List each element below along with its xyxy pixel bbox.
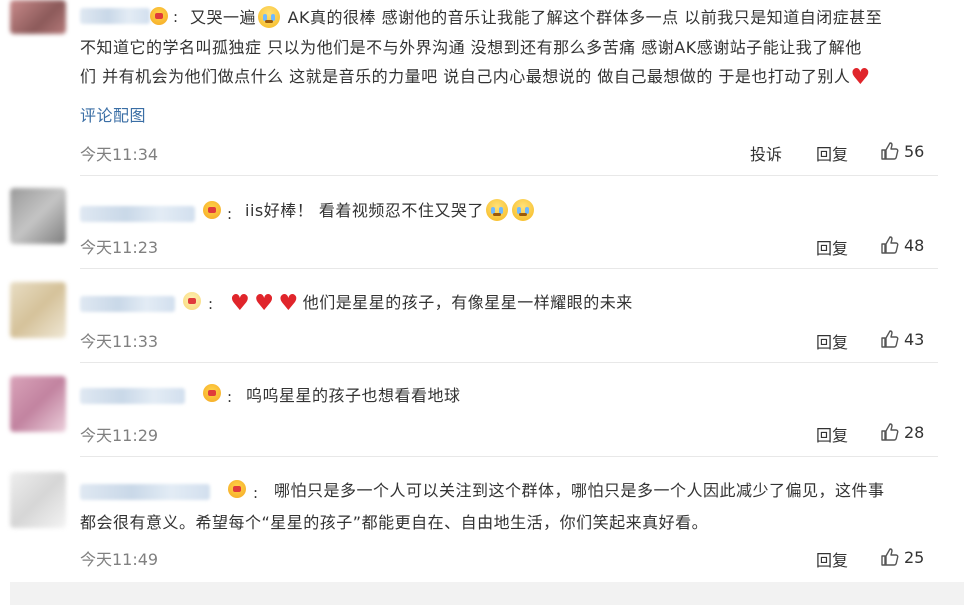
comment-text: ♥ ♥ ♥ 他们是星星的孩子，有像星星一样耀眼的未来 (230, 291, 633, 316)
username-blurred[interactable] (80, 388, 185, 404)
comment-text-line: 都会很有意义。希望每个“星星的孩子”都能更自在、自由地生活，你们笑起来真好看。 (80, 513, 709, 532)
page-bottom-edge (10, 582, 964, 605)
vip-badge-icon (228, 480, 246, 498)
like-button[interactable]: 56 (880, 141, 924, 161)
thumbs-up-icon (881, 423, 899, 441)
comment-text: 都会很有意义。希望每个“星星的孩子”都能更自在、自由地生活，你们笑起来真好看。 (80, 508, 950, 537)
username-blurred[interactable] (80, 484, 210, 500)
vip-badge-icon (150, 7, 168, 25)
username-blurred[interactable] (80, 8, 150, 24)
crying-emoji-icon (511, 199, 534, 221)
divider (80, 362, 938, 363)
comment-text-line: 不知道它的学名叫孤独症 只以为他们是不与外界沟通 没想到还有那么多苦痛 感谢AK… (80, 38, 862, 57)
like-count: 56 (904, 141, 925, 161)
like-button[interactable]: 25 (880, 547, 924, 567)
reply-button[interactable]: 回复 (816, 329, 848, 353)
comment-list: : 又哭一遍 AK真的很棒 感谢他的音乐让我能了解这个群体多一点 以前我只是知道… (10, 0, 964, 582)
reply-button[interactable]: 回复 (816, 547, 848, 571)
comment-text: 哪怕只是多一个人可以关注到这个群体，哪怕只是多一个人因此减少了偏见，这件事 (274, 476, 954, 505)
comment-time: 今天11:23 (80, 238, 159, 257)
comment-text-line: 哪怕只是多一个人可以关注到这个群体，哪怕只是多一个人因此减少了偏见，这件事 (274, 481, 885, 500)
comment-item: : 又哭一遍 AK真的很棒 感谢他的音乐让我能了解这个群体多一点 以前我只是知道… (10, 0, 964, 176)
comment-text-line: 们 并有机会为他们做点什么 这就是音乐的力量吧 说自己内心最想说的 做自己最想做… (80, 65, 871, 90)
comment-text-line: 又哭一遍 (190, 8, 257, 27)
avatar[interactable] (10, 282, 66, 338)
comment-time: 今天11:29 (80, 426, 159, 445)
comment-item: : iis好棒！ 看着视频忍不住又哭了 今天11:23 回复 48 (10, 176, 964, 269)
avatar[interactable] (10, 472, 66, 528)
thumbs-up-icon (881, 548, 899, 566)
username-blurred[interactable] (80, 206, 195, 222)
name-colon: : (227, 205, 233, 223)
heart-icon: ♥ (254, 291, 275, 316)
comment-time: 今天11:33 (80, 332, 159, 351)
divider (80, 456, 938, 457)
comment-text: iis好棒！ 看着视频忍不住又哭了 (245, 196, 945, 225)
thumbs-up-icon (881, 330, 899, 348)
name-colon: : (253, 484, 259, 502)
comment-text: 不知道它的学名叫孤独症 只以为他们是不与外界沟通 没想到还有那么多苦痛 感谢AK… (80, 33, 950, 91)
comment-text: 又哭一遍 AK真的很棒 感谢他的音乐让我能了解这个群体多一点 以前我只是知道自闭… (190, 3, 950, 32)
comment-text: 呜呜星星的孩子也想看看地球 (246, 386, 461, 405)
vip-badge-icon (183, 292, 201, 310)
heart-icon: ♥ (278, 291, 299, 316)
like-button[interactable]: 43 (880, 329, 924, 349)
like-count: 28 (904, 422, 925, 442)
username-blurred[interactable] (80, 296, 175, 312)
like-count: 48 (904, 235, 925, 255)
comment-time: 今天11:34 (80, 145, 159, 164)
name-colon: : (227, 388, 233, 406)
reply-button[interactable]: 回复 (816, 141, 848, 165)
report-button[interactable]: 投诉 (750, 141, 782, 165)
name-colon: : (208, 295, 214, 313)
comment-time: 今天11:49 (80, 550, 159, 569)
reply-button[interactable]: 回复 (816, 422, 848, 446)
name-colon: : (173, 8, 179, 26)
vip-badge-icon (203, 384, 221, 402)
like-count: 43 (904, 329, 925, 349)
like-button[interactable]: 48 (880, 235, 924, 255)
heart-icon: ♥ (230, 291, 251, 316)
reply-button[interactable]: 回复 (816, 235, 848, 259)
avatar[interactable] (10, 376, 66, 432)
avatar[interactable] (10, 0, 66, 34)
crying-emoji-icon (258, 6, 281, 28)
heart-icon: ♥ (850, 65, 871, 90)
vip-badge-icon (203, 201, 221, 219)
comment-item: : 呜呜星星的孩子也想看看地球 今天11:29 回复 28 (10, 364, 964, 457)
divider (80, 268, 938, 269)
comment-image-link[interactable]: 评论配图 (80, 101, 146, 130)
comment-text-line: AK真的很棒 感谢他的音乐让我能了解这个群体多一点 以前我只是知道自闭症甚至 (287, 8, 883, 27)
comment-item: : 哪怕只是多一个人可以关注到这个群体，哪怕只是多一个人因此减少了偏见，这件事 … (10, 458, 964, 582)
like-button[interactable]: 28 (880, 422, 924, 442)
thumbs-up-icon (881, 142, 899, 160)
crying-emoji-icon (485, 199, 508, 221)
like-count: 25 (904, 547, 925, 567)
thumbs-up-icon (881, 236, 899, 254)
avatar[interactable] (10, 188, 66, 244)
comment-item: : ♥ ♥ ♥ 他们是星星的孩子，有像星星一样耀眼的未来 今天11:33 回复 43 (10, 270, 964, 363)
